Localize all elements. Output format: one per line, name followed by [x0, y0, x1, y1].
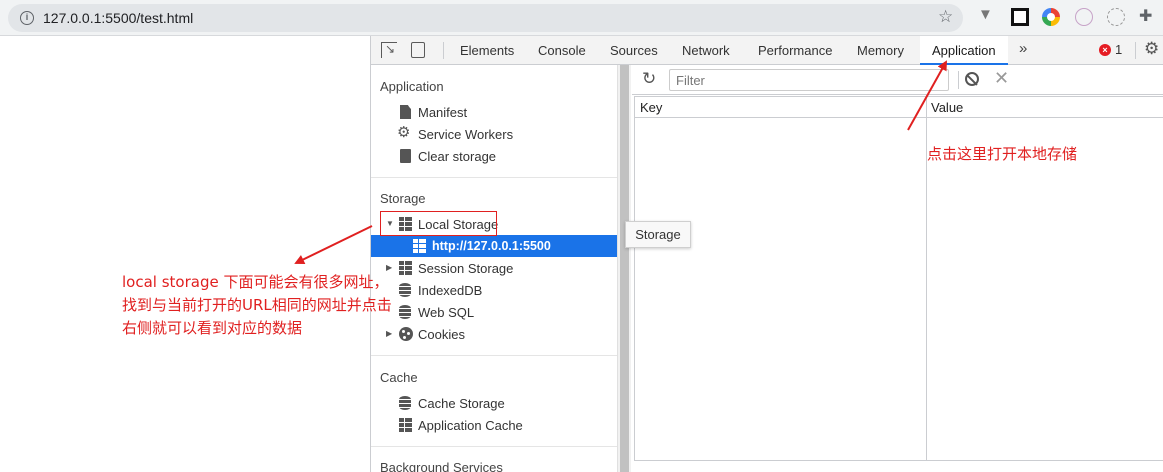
browser-toolbar: i 127.0.0.1:5500/test.html ☆ ▼ ✚	[0, 0, 1163, 36]
toolbar-separator	[1135, 42, 1136, 59]
vue-devtools-icon[interactable]: ▼	[978, 6, 996, 24]
toolbar-separator	[958, 71, 959, 89]
react-icon[interactable]	[1075, 8, 1093, 26]
annotation-note-right: 点击这里打开本地存储	[927, 145, 1078, 163]
sidebar-item-label: Cookies	[418, 327, 465, 342]
section-title-storage: Storage	[380, 191, 426, 206]
star-icon[interactable]: ☆	[938, 7, 953, 27]
trash-icon	[400, 149, 411, 163]
delete-selected-icon[interactable]: ✕	[994, 68, 1009, 89]
puzzle-extensions-icon[interactable]: ✚	[1139, 6, 1157, 25]
device-toolbar-icon[interactable]	[411, 42, 425, 58]
storage-view: ↻ ✕ Key Value	[632, 65, 1163, 472]
inspect-element-icon[interactable]	[381, 42, 397, 58]
sidebar-item-session-storage[interactable]: ▶ Session Storage	[371, 257, 617, 279]
collapsed-arrow-icon[interactable]: ▶	[386, 329, 392, 338]
sidebar-item-manifest[interactable]: Manifest	[371, 101, 617, 123]
sidebar-item-label: Session Storage	[418, 261, 514, 276]
sidebar-item-label: IndexedDB	[418, 283, 483, 298]
tab-memory[interactable]: Memory	[857, 36, 904, 65]
divider	[371, 355, 617, 356]
sidebar-scrollbar-thumb[interactable]	[620, 65, 629, 472]
sidebar-item-label: Web SQL	[418, 305, 475, 320]
divider	[371, 446, 617, 447]
gear-icon[interactable]: ⚙	[1144, 39, 1159, 59]
storage-toolbar: ↻ ✕	[632, 65, 1163, 95]
application-sidebar: Application Manifest ⚙ Service Workers C…	[371, 65, 617, 472]
database-icon	[399, 396, 411, 410]
sidebar-item-application-cache[interactable]: Application Cache	[371, 414, 617, 436]
column-header-value[interactable]: Value	[931, 100, 963, 115]
refresh-icon[interactable]: ↻	[642, 69, 656, 89]
filter-input[interactable]	[669, 69, 949, 91]
tab-network[interactable]: Network	[682, 36, 730, 65]
devtools-toolbar: Elements Console Sources Network Perform…	[371, 36, 1163, 65]
database-icon	[399, 283, 411, 297]
grid-icon	[399, 418, 413, 432]
table-border	[634, 460, 1163, 461]
gear-icon: ⚙	[397, 124, 411, 141]
chrome-color-extension-icon[interactable]	[1042, 8, 1060, 26]
info-icon[interactable]: i	[20, 11, 34, 25]
more-tabs-icon[interactable]: »	[1019, 40, 1027, 57]
cookie-icon	[399, 327, 413, 341]
tab-console[interactable]: Console	[538, 36, 586, 65]
sidebar-item-label: Clear storage	[418, 149, 497, 164]
grid-icon	[399, 261, 413, 275]
sidebar-item-service-workers[interactable]: ⚙ Service Workers	[371, 123, 617, 145]
file-icon	[400, 105, 411, 119]
clear-all-icon[interactable]	[965, 72, 979, 86]
sidebar-item-label: Service Workers	[418, 127, 514, 142]
section-title-background-services: Background Services	[380, 460, 503, 472]
annotation-arrow-left	[294, 225, 373, 264]
sidebar-item-clear-storage[interactable]: Clear storage	[371, 145, 617, 167]
toolbar-separator	[443, 42, 444, 59]
table-border	[634, 96, 1163, 97]
section-title-cache: Cache	[380, 370, 418, 385]
error-count[interactable]: 1	[1115, 42, 1122, 57]
grid-icon	[413, 239, 427, 253]
tooltip: Storage	[625, 221, 691, 248]
url-text[interactable]: 127.0.0.1:5500/test.html	[43, 10, 193, 26]
sidebar-item-indexeddb[interactable]: IndexedDB	[371, 279, 617, 301]
divider	[371, 177, 617, 178]
annotation-highlight-box	[380, 211, 497, 236]
tab-elements[interactable]: Elements	[460, 36, 514, 65]
annotation-note-line-2: 找到与当前打开的URL相同的网址并点击	[122, 296, 392, 314]
address-bar[interactable]: i 127.0.0.1:5500/test.html ☆	[8, 4, 963, 32]
table-header: Key Value	[635, 96, 1163, 118]
table-border	[634, 96, 635, 460]
black-square-extension-icon[interactable]	[1011, 8, 1029, 26]
tab-sources[interactable]: Sources	[610, 36, 658, 65]
sidebar-item-label: Cache Storage	[418, 396, 505, 411]
devtools-panel: Elements Console Sources Network Perform…	[370, 36, 1163, 472]
sidebar-item-label: http://127.0.0.1:5500	[432, 239, 551, 253]
tab-performance[interactable]: Performance	[758, 36, 832, 65]
column-header-key[interactable]: Key	[640, 100, 662, 115]
spinner-extension-icon[interactable]	[1107, 8, 1125, 26]
sidebar-item-label: Application Cache	[418, 418, 523, 433]
sidebar-item-cache-storage[interactable]: Cache Storage	[371, 392, 617, 414]
annotation-note-line-1: local storage 下面可能会有很多网址，	[122, 273, 389, 291]
sidebar-item-web-sql[interactable]: Web SQL	[371, 301, 617, 323]
sidebar-item-cookies[interactable]: ▶ Cookies	[371, 323, 617, 345]
database-icon	[399, 305, 411, 319]
section-title-application: Application	[380, 79, 444, 94]
sidebar-item-local-storage-origin[interactable]: http://127.0.0.1:5500	[371, 235, 617, 257]
tab-application[interactable]: Application	[920, 36, 1008, 65]
sidebar-item-label: Manifest	[418, 105, 468, 120]
annotation-note-line-3: 右侧就可以看到对应的数据	[122, 319, 303, 337]
error-icon[interactable]: ×	[1099, 44, 1111, 56]
